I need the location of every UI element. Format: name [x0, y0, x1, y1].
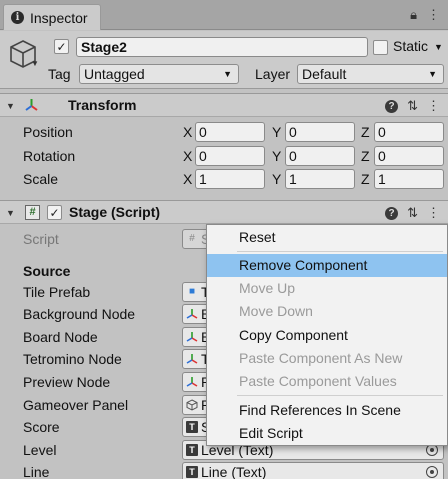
- preset-sliders-icon[interactable]: ⇅: [407, 98, 418, 114]
- foldout-arrow-icon[interactable]: ▼: [6, 101, 15, 111]
- script-enabled-checkbox[interactable]: ✓: [47, 205, 62, 220]
- line-value: Line (Text): [201, 464, 267, 479]
- tag-label: Tag: [48, 66, 71, 82]
- rotation-y-field[interactable]: 0: [285, 146, 355, 166]
- script-label: Script: [23, 231, 59, 247]
- position-label: Position: [23, 124, 73, 140]
- static-dropdown-arrow-icon[interactable]: ▼: [434, 42, 443, 52]
- tag-dropdown[interactable]: Untagged ▼: [79, 64, 239, 84]
- layer-dropdown[interactable]: Default ▼: [297, 64, 444, 84]
- lock-icon[interactable]: 🔒︎: [410, 7, 417, 23]
- stage-script-title: Stage (Script): [69, 204, 161, 220]
- tab-label: Inspector: [30, 9, 88, 26]
- menu-item-find-references[interactable]: Find References In Scene: [207, 399, 447, 422]
- level-label: Level: [23, 442, 57, 458]
- stage-header-icons: ? ⇅ ⋮: [385, 205, 440, 221]
- tab-inspector[interactable]: i Inspector: [3, 4, 101, 30]
- transform-icon: [186, 309, 198, 319]
- rotation-label: Rotation: [23, 148, 76, 164]
- text-icon: T: [186, 444, 198, 456]
- menu-separator: [237, 251, 443, 252]
- prefab-cube-icon: ■: [188, 286, 196, 297]
- window-tab-bar: i Inspector 🔒︎ ⋮: [0, 0, 448, 30]
- board-node-label: Board Node: [23, 329, 98, 345]
- transform-header-icons: ? ⇅ ⋮: [385, 98, 440, 114]
- transform-icon: [186, 332, 198, 342]
- menu-item-copy-component[interactable]: Copy Component: [207, 324, 447, 347]
- background-node-label: Background Node: [23, 306, 136, 322]
- score-label: Score: [23, 419, 60, 435]
- help-icon[interactable]: ?: [385, 99, 399, 113]
- transform-axes-icon: [25, 99, 38, 111]
- gameobject-icon: [186, 399, 198, 411]
- script-hash-icon: #: [189, 233, 195, 244]
- object-picker-icon[interactable]: [426, 466, 438, 478]
- menu-item-move-down[interactable]: Move Down: [207, 300, 447, 323]
- component-context-menu: Reset Remove Component Move Up Move Down…: [206, 224, 448, 446]
- gameobject-header: ▼ ✓ Stage2 Static ▼ Tag Untagged ▼ Layer…: [0, 31, 448, 89]
- rotation-y-axis-label[interactable]: Y: [272, 148, 281, 164]
- position-z-axis-label[interactable]: Z: [361, 124, 370, 140]
- tile-prefab-label: Tile Prefab: [23, 284, 91, 300]
- gameobject-name-input[interactable]: Stage2: [76, 37, 368, 57]
- chevron-down-icon: ▼: [428, 69, 437, 79]
- icon-dropdown-arrow-icon[interactable]: ▼: [31, 59, 39, 68]
- scale-z-axis-label[interactable]: Z: [361, 171, 370, 187]
- window-controls: 🔒︎ ⋮: [410, 7, 440, 23]
- component-menu-icon[interactable]: ⋮: [427, 98, 440, 114]
- menu-item-move-up[interactable]: Move Up: [207, 277, 447, 300]
- menu-item-reset[interactable]: Reset: [207, 226, 447, 249]
- more-menu-icon[interactable]: ⋮: [427, 7, 440, 23]
- transform-header[interactable]: ▼ Transform ? ⇅ ⋮: [0, 93, 448, 117]
- scale-label: Scale: [23, 171, 59, 187]
- scale-y-field[interactable]: 1: [285, 169, 355, 189]
- rotation-z-field[interactable]: 0: [374, 146, 444, 166]
- position-x-axis-label[interactable]: X: [183, 124, 192, 140]
- preview-node-label: Preview Node: [23, 374, 111, 390]
- scale-y-axis-label[interactable]: Y: [272, 171, 281, 187]
- tetromino-node-label: Tetromino Node: [23, 351, 122, 367]
- menu-separator: [237, 395, 443, 396]
- help-icon[interactable]: ?: [385, 206, 399, 220]
- rotation-x-axis-label[interactable]: X: [183, 148, 192, 164]
- foldout-arrow-icon[interactable]: ▼: [6, 208, 15, 218]
- scale-x-axis-label[interactable]: X: [183, 171, 192, 187]
- line-label: Line: [23, 464, 50, 479]
- scale-z-field[interactable]: 1: [374, 169, 444, 189]
- preset-sliders-icon[interactable]: ⇅: [407, 205, 418, 221]
- menu-item-edit-script[interactable]: Edit Script: [207, 422, 447, 445]
- text-icon: T: [186, 421, 198, 433]
- tag-value: Untagged: [84, 66, 145, 82]
- static-checkbox[interactable]: [373, 40, 388, 55]
- stage-script-header[interactable]: ▼ # ✓ Stage (Script) ? ⇅ ⋮: [0, 200, 448, 224]
- position-y-axis-label[interactable]: Y: [272, 124, 281, 140]
- menu-item-remove-component[interactable]: Remove Component: [207, 254, 447, 277]
- layer-value: Default: [302, 66, 347, 82]
- text-icon: T: [186, 466, 198, 478]
- position-y-field[interactable]: 0: [285, 122, 355, 142]
- transform-icon: [186, 354, 198, 364]
- transform-title: Transform: [68, 97, 137, 113]
- position-x-field[interactable]: 0: [195, 122, 265, 142]
- gameover-panel-label: Gameover Panel: [23, 397, 129, 413]
- component-menu-icon[interactable]: ⋮: [427, 205, 440, 221]
- line-field[interactable]: T Line (Text): [182, 462, 444, 479]
- rotation-z-axis-label[interactable]: Z: [361, 148, 370, 164]
- menu-item-paste-component-values[interactable]: Paste Component Values: [207, 370, 447, 393]
- rotation-x-field[interactable]: 0: [195, 146, 265, 166]
- scale-x-field[interactable]: 1: [195, 169, 265, 189]
- script-hash-icon: #: [25, 205, 40, 220]
- active-checkbox[interactable]: ✓: [54, 39, 69, 54]
- static-label: Static: [393, 38, 429, 54]
- info-icon: i: [11, 11, 24, 24]
- layer-label: Layer: [255, 66, 291, 82]
- position-z-field[interactable]: 0: [374, 122, 444, 142]
- source-section-label: Source: [23, 263, 71, 279]
- menu-item-paste-component-as-new[interactable]: Paste Component As New: [207, 347, 447, 370]
- chevron-down-icon: ▼: [223, 69, 232, 79]
- transform-icon: [186, 377, 198, 387]
